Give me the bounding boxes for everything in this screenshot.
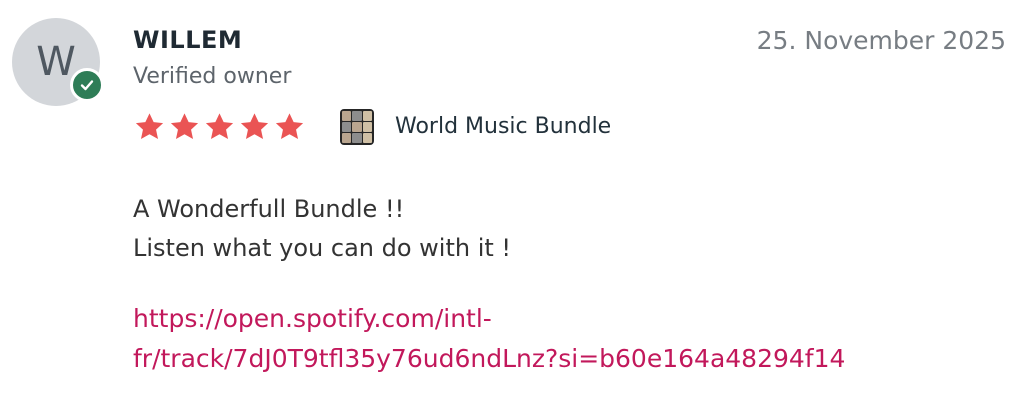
star-icon <box>240 113 269 139</box>
review-date: 25. November 2025 <box>756 26 1006 55</box>
star-icon <box>135 113 164 139</box>
link-line: https://open.spotify.com/intl- <box>133 304 492 333</box>
verified-owner-label: Verified owner <box>133 64 292 89</box>
product-thumbnail[interactable] <box>340 109 374 145</box>
star-rating <box>133 111 306 143</box>
link-line: fr/track/7dJ0T9tfl35y76ud6ndLnz?si=b60e1… <box>133 344 846 373</box>
star-icon <box>275 113 304 139</box>
check-icon <box>80 80 94 91</box>
review-body-line: A Wonderfull Bundle !! <box>133 195 405 223</box>
review-body-line: Listen what you can do with it ! <box>133 234 512 262</box>
review-body: A Wonderfull Bundle !! Listen what you c… <box>133 190 511 268</box>
avatar-initial: W <box>36 39 76 85</box>
star-icon <box>170 113 199 139</box>
reviewer-name: WILLEM <box>133 26 243 54</box>
spotify-link[interactable]: https://open.spotify.com/intl- fr/track/… <box>133 299 845 379</box>
product-name[interactable]: World Music Bundle <box>395 114 611 139</box>
star-icon <box>205 113 234 139</box>
verified-badge <box>70 68 104 102</box>
